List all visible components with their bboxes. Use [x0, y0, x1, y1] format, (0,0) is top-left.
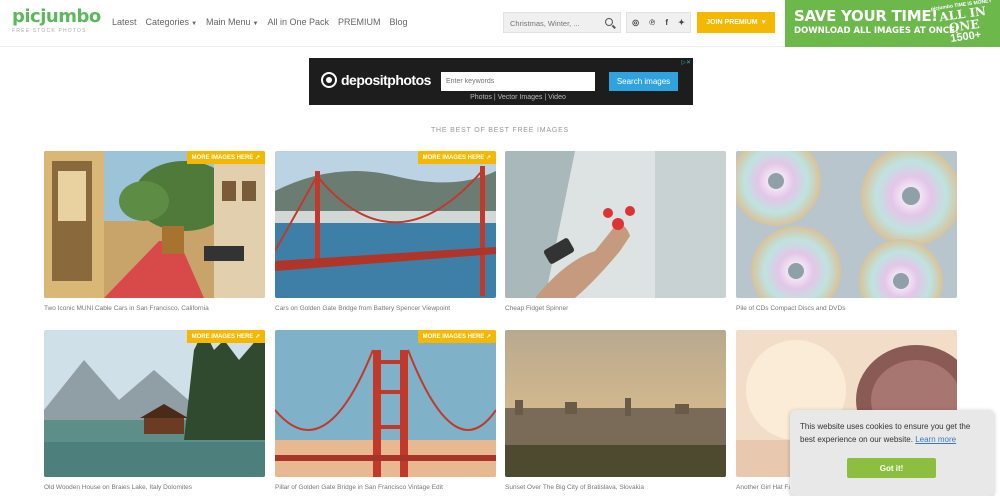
gallery-card[interactable]: MORE IMAGES HERE ↗ Old Wooden House on B… [44, 330, 265, 491]
join-premium-button[interactable]: JOIN PREMIUM ♥ [697, 12, 775, 33]
logo-tagline: FREE STOCK PHOTOS [12, 28, 87, 34]
join-premium-label: JOIN PREMIUM [706, 19, 758, 26]
cookie-consent: This website uses cookies to ensure you … [790, 410, 994, 496]
ad-banner[interactable]: depositphotos Search images Photos | Vec… [309, 58, 693, 105]
more-images-badge[interactable]: MORE IMAGES HERE ↗ [186, 151, 265, 164]
nav-item-main-menu[interactable]: Main Menu ▼ [206, 17, 258, 27]
gallery-caption[interactable]: Old Wooden House on Braies Lake, Italy D… [44, 484, 265, 491]
nav-item-blog[interactable]: Blog [390, 17, 408, 27]
pinterest-icon[interactable]: ℗ [649, 18, 655, 27]
cookie-message: This website uses cookies to ensure you … [800, 420, 984, 446]
cookie-accept-button[interactable]: Got it! [847, 458, 936, 478]
gallery-caption[interactable]: Two Iconic MUNI Cable Cars in San Franci… [44, 305, 265, 312]
ad-close-icon[interactable]: ▷✕ [681, 59, 691, 66]
nav-label: Main Menu [206, 17, 251, 27]
nav-label: All in One Pack [267, 17, 330, 27]
search-icon[interactable] [605, 18, 613, 26]
ad-brand: depositphotos [341, 72, 431, 88]
facebook-icon[interactable]: f [665, 18, 668, 27]
logo-text: picjumbo [12, 6, 101, 27]
more-images-badge[interactable]: MORE IMAGES HERE ↗ [186, 330, 265, 343]
promo-banner[interactable]: SAVE YOUR TIME! DOWNLOAD ALL IMAGES AT O… [785, 0, 1000, 47]
promo-headline: SAVE YOUR TIME! [794, 7, 938, 25]
gallery-image[interactable] [505, 330, 726, 477]
more-label: MORE IMAGES HERE [422, 334, 485, 340]
nav-label: Blog [389, 17, 408, 27]
gallery-image[interactable]: MORE IMAGES HERE ↗ [275, 330, 496, 477]
nav-item-latest[interactable]: Latest [112, 17, 137, 27]
site-logo[interactable]: picjumbo FREE STOCK PHOTOS [12, 6, 101, 35]
gallery-caption[interactable]: Cheap Fidget Spinner [505, 305, 726, 312]
site-header: picjumbo FREE STOCK PHOTOS Latest Catego… [0, 0, 1000, 47]
twitter-icon[interactable]: ✦ [678, 18, 685, 27]
gallery-card[interactable]: Sunset Over The Big City of Bratislava, … [505, 330, 726, 491]
ad-logo: depositphotos [321, 72, 431, 88]
nav-label: PREMIUM [338, 17, 381, 27]
gallery-card[interactable]: Pile of CDs Compact Discs and DVDs [736, 151, 957, 312]
caret-down-icon: ▼ [191, 21, 198, 27]
nav-item-all-in-one[interactable]: All in One Pack [268, 17, 330, 27]
section-title: THE BEST OF BEST FREE IMAGES [430, 127, 570, 134]
nav-item-premium[interactable]: PREMIUM [338, 17, 381, 27]
depositphotos-logo-icon [321, 72, 337, 88]
gallery-caption[interactable]: Cars on Golden Gate Bridge from Battery … [275, 305, 496, 312]
heart-icon: ♥ [761, 19, 766, 26]
instagram-icon[interactable]: ◎ [632, 18, 639, 27]
more-images-badge[interactable]: MORE IMAGES HERE ↗ [417, 151, 496, 164]
ad-links[interactable]: Photos | Vector Images | Video [441, 94, 595, 101]
ad-search-input[interactable] [441, 72, 595, 91]
gallery-image[interactable]: MORE IMAGES HERE ↗ [44, 151, 265, 298]
search-box [503, 12, 621, 33]
caret-down-icon: ▼ [252, 21, 259, 27]
learn-more-link[interactable]: Learn more [915, 435, 956, 444]
ad-search-button[interactable]: Search images [609, 72, 678, 91]
nav-label: Categories [145, 17, 190, 27]
more-images-badge[interactable]: MORE IMAGES HERE ↗ [417, 330, 496, 343]
nav-item-categories[interactable]: Categories ▼ [146, 17, 197, 27]
gallery-card[interactable]: MORE IMAGES HERE ↗ Pillar of Golden Gate… [275, 330, 496, 491]
social-links: ◎ ℗ f ✦ [626, 12, 691, 33]
gallery-image[interactable]: MORE IMAGES HERE ↗ [44, 330, 265, 477]
more-label: MORE IMAGES HERE [191, 155, 254, 161]
gallery-card[interactable]: Cheap Fidget Spinner [505, 151, 726, 312]
more-label: MORE IMAGES HERE [191, 334, 254, 340]
gallery-image[interactable] [736, 151, 957, 298]
gallery-caption[interactable]: Sunset Over The Big City of Bratislava, … [505, 484, 726, 491]
gallery-card[interactable]: MORE IMAGES HERE ↗ Two Iconic MUNI Cable… [44, 151, 265, 312]
search-input[interactable] [504, 14, 596, 33]
main-nav: Latest Categories ▼ Main Menu ▼ All in One… [112, 17, 408, 27]
gallery-caption[interactable]: Pillar of Golden Gate Bridge in San Fran… [275, 484, 496, 491]
gallery-image[interactable] [505, 151, 726, 298]
gallery-caption[interactable]: Pile of CDs Compact Discs and DVDs [736, 305, 957, 312]
more-label: MORE IMAGES HERE [422, 155, 485, 161]
nav-label: Latest [112, 17, 137, 27]
gallery-card[interactable]: MORE IMAGES HERE ↗ Cars on Golden Gate B… [275, 151, 496, 312]
gallery-image[interactable]: MORE IMAGES HERE ↗ [275, 151, 496, 298]
promo-badge: picjumbo TIME IS MONEY ALL IN ONE 1500+ [930, 0, 998, 47]
